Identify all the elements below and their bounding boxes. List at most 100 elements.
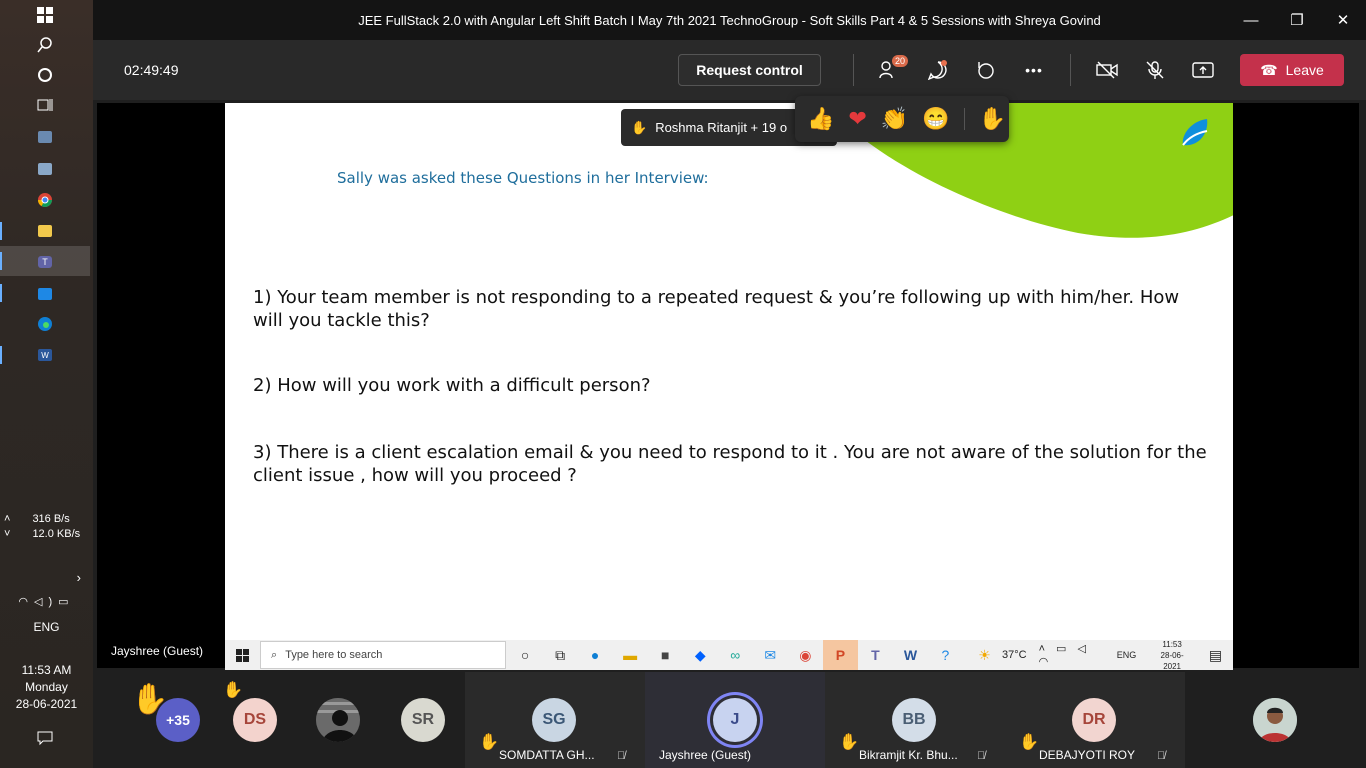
volume-icon[interactable]: ◁) [34, 596, 58, 608]
clap-reaction-icon[interactable]: 👏 [881, 106, 908, 132]
notification-icon[interactable] [35, 728, 55, 748]
participant-tile[interactable]: ✋ DR DEBAJYOTI ROY 🎙̸ [1005, 672, 1185, 768]
reactions-popup: 👍 ❤ 👏 😁 ✋ [795, 96, 1009, 142]
participants-button[interactable]: 20 [876, 55, 909, 84]
raise-hand-icon: ✋ [839, 734, 859, 751]
wifi-icon[interactable]: ◠ [18, 596, 34, 608]
close-icon[interactable]: ✕ [1320, 0, 1366, 40]
shared-screen-taskbar: ⌕ Type here to search ○ ⧉ ● ▬ ■ ◆ ∞ ✉ ◉ … [225, 639, 1233, 672]
file-explorer-icon[interactable] [35, 221, 55, 241]
meeting-timer: 02:49:49 [124, 62, 179, 78]
chrome-icon: ◉ [799, 646, 812, 663]
phone-hangup-icon: ☎ [1260, 61, 1278, 78]
help-icon: ? [941, 647, 950, 663]
camera-off-icon[interactable] [1093, 56, 1121, 84]
leave-button[interactable]: ☎ Leave [1240, 54, 1344, 86]
download-arrow-icon: ˅ [4, 528, 11, 540]
heart-reaction-icon[interactable]: ❤ [848, 106, 866, 132]
teams-icon[interactable]: T [35, 252, 55, 272]
windows-start-icon [225, 640, 260, 670]
participant-gallery: ✋ +35 ✋ DS SR ✋ SG SOMDATTA GH... 🎙̸ J J… [93, 672, 1366, 768]
avatar-photo [316, 698, 360, 742]
presenter-name: Jayshree (Guest) [111, 644, 204, 658]
participant-tile[interactable]: ✋ DS [223, 672, 303, 768]
mic-off-icon: 🎙̸ [617, 750, 626, 762]
overflow-participants-tile[interactable]: ✋ +35 [123, 672, 213, 768]
window-controls: — ❐ ✕ [1228, 0, 1366, 40]
avatar: DS [233, 698, 277, 742]
battery-icon[interactable]: ▭ [58, 596, 74, 608]
shared-search-box: ⌕ Type here to search [260, 641, 506, 669]
avatar: DR [1072, 698, 1116, 742]
mic-off-icon[interactable] [1141, 56, 1169, 84]
minimize-icon[interactable]: — [1228, 0, 1274, 40]
request-control-button[interactable]: Request control [678, 54, 821, 86]
cortana-icon: ○ [520, 647, 530, 663]
restore-icon[interactable]: ❐ [1274, 0, 1320, 40]
raise-hand-icon: ✋ [1019, 734, 1039, 751]
system-clock[interactable]: 11:53 AM Monday 28-06-2021 [0, 662, 93, 713]
system-tray: › ◠◁)▭ ENG [0, 570, 93, 634]
network-speed-monitor: ˄ 316 B/s ˅ 12.0 KB/s [0, 512, 93, 542]
participant-tile[interactable] [308, 672, 388, 768]
raise-hand-icon: ✋ [631, 119, 648, 135]
slide-question-2: 2) How will you work with a difficult pe… [253, 375, 651, 396]
edge-icon: ● [590, 647, 600, 663]
teams-icon: T [871, 647, 880, 663]
overflow-count: +35 [156, 698, 200, 742]
shared-time: 11:53 [1162, 639, 1182, 649]
participant-tile[interactable]: ✋ SG SOMDATTA GH... 🎙̸ [465, 672, 645, 768]
edge-icon[interactable] [35, 314, 55, 334]
raise-hand-reaction-icon[interactable]: ✋ [979, 106, 1006, 132]
mic-off-icon: 🎙̸ [1157, 750, 1166, 762]
cortana-icon[interactable] [35, 65, 55, 85]
dropbox-icon: ◆ [694, 646, 706, 663]
avatar: BB [892, 698, 936, 742]
participant-tile[interactable] [1233, 672, 1313, 768]
more-options-icon[interactable]: ••• [1020, 56, 1048, 84]
share-screen-icon[interactable] [1189, 56, 1217, 84]
clock-time: 11:53 AM [21, 663, 72, 677]
leave-label: Leave [1285, 62, 1324, 78]
chat-icon[interactable] [924, 56, 952, 84]
store-icon: ■ [660, 647, 670, 663]
like-reaction-icon[interactable]: 👍 [807, 106, 834, 132]
raised-hand-text: Roshma Ritanjit + 19 o [655, 120, 788, 135]
mic-off-icon: 🎙̸ [977, 750, 986, 762]
task-view-icon[interactable] [35, 95, 55, 115]
shared-date: 28-06-2021 [1160, 650, 1184, 671]
clock-day: Monday [25, 680, 68, 694]
shared-clock: 11:53 28-06-2021 [1152, 639, 1192, 672]
participant-tile-active-speaker[interactable]: J Jayshree (Guest) [645, 672, 825, 768]
participant-tile[interactable]: SR [393, 672, 473, 768]
mail-icon: ✉ [764, 646, 777, 663]
shared-language: ENG [1116, 650, 1137, 660]
shared-temperature: 37°C [1002, 649, 1027, 661]
participant-name: Jayshree (Guest) [659, 748, 752, 762]
chevron-right-icon[interactable]: › [0, 570, 93, 585]
net-down: 12.0 KB/s [32, 528, 81, 540]
shared-search-placeholder: Type here to search [285, 649, 383, 661]
participant-tile[interactable]: ✋ BB Bikramjit Kr. Bhu... 🎙̸ [825, 672, 1005, 768]
presentation-slide: Sally was asked these Questions in her I… [225, 103, 1233, 640]
reactions-divider [963, 108, 965, 130]
laugh-reaction-icon[interactable]: 😁 [922, 106, 949, 132]
participants-count-badge: 20 [892, 55, 909, 67]
tray-language[interactable]: ENG [0, 620, 93, 634]
windows-start-icon[interactable] [35, 5, 55, 25]
avatar: SG [532, 698, 576, 742]
search-icon[interactable] [35, 35, 55, 55]
clock-date: 28-06-2021 [15, 697, 78, 711]
participant-name: SOMDATTA GH... [499, 748, 595, 762]
mail-icon[interactable] [35, 284, 55, 304]
slide-heading: Sally was asked these Questions in her I… [337, 169, 709, 187]
task-view-icon: ⧉ [555, 646, 566, 663]
word-icon[interactable]: W [35, 345, 55, 365]
camera-app-icon[interactable] [35, 127, 55, 147]
shared-tray-icons: ˄ ▭ ◁ ◠ [1038, 643, 1090, 668]
chrome-icon[interactable] [35, 190, 55, 210]
tray-icons[interactable]: ◠◁)▭ [0, 595, 93, 608]
reactions-icon[interactable] [971, 56, 999, 84]
photos-app-icon[interactable] [35, 159, 55, 179]
participant-name: DEBAJYOTI ROY [1039, 748, 1136, 762]
